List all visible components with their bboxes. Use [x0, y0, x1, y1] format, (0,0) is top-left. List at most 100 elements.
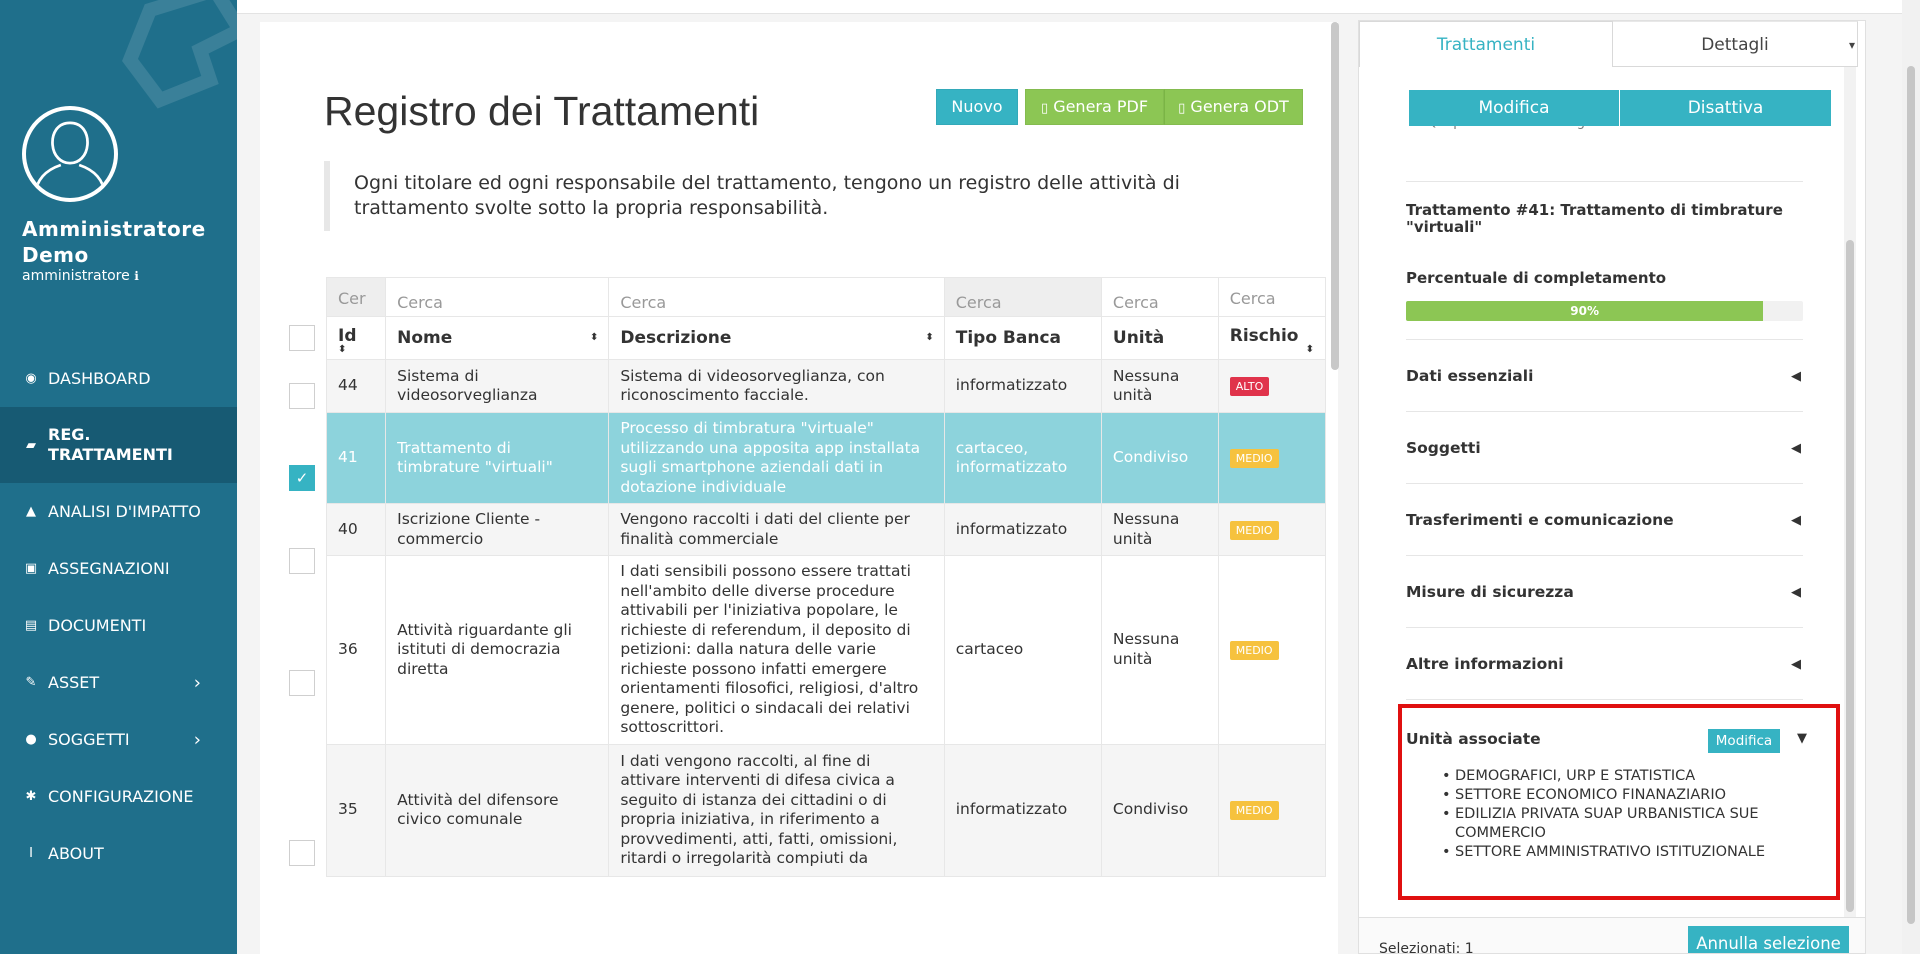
caret-down-icon[interactable]: ▼: [1797, 731, 1807, 746]
caret-left-icon: ◀: [1791, 513, 1801, 528]
edit-icon: ✎: [25, 675, 37, 690]
search-nome-input[interactable]: Cerca: [385, 277, 610, 317]
sidebar: Amministratore Demo amministratore ℹ ◉ DA…: [0, 0, 237, 954]
selected-count: Selezionati: 1: [1379, 941, 1474, 954]
disattiva-button[interactable]: Disattiva: [1620, 90, 1831, 126]
page-scrollbar-thumb[interactable]: [1907, 66, 1915, 924]
section-label: Dati essenziali: [1406, 367, 1534, 385]
search-descrizione-input[interactable]: Cerca: [608, 277, 945, 317]
column-header-rischio[interactable]: Rischio ⬍: [1217, 316, 1327, 360]
sidebar-item-reg-trattamenti[interactable]: ▰ REG. TRATTAMENTI: [0, 407, 237, 483]
users-icon: ●: [25, 732, 37, 747]
sidebar-item-analisi[interactable]: ▲ ANALISI D'IMPATTO: [0, 483, 237, 540]
page-title: Registro dei Trattamenti: [324, 88, 760, 134]
table-row[interactable]: 40 Iscrizione Cliente - commercio Vengon…: [325, 503, 1327, 556]
risk-badge: MEDIO: [1229, 520, 1279, 540]
file-icon: ▤: [24, 618, 38, 633]
column-header-nome[interactable]: Nome ⬍: [385, 316, 610, 360]
sidebar-item-configurazione[interactable]: ✱ CONFIGURAZIONE: [0, 768, 237, 825]
sidebar-item-asset[interactable]: ✎ ASSET ›: [0, 654, 237, 711]
cell-tipo: informatizzato: [943, 503, 1102, 556]
row-checkbox[interactable]: [289, 670, 315, 696]
search-unita-input[interactable]: Cerca: [1100, 277, 1219, 317]
select-all-checkbox[interactable]: [289, 325, 315, 351]
column-header-tipo[interactable]: Tipo Banca: [943, 316, 1102, 360]
section-trasferimenti[interactable]: Trasferimenti e comunicazione ◀: [1406, 511, 1803, 529]
cell-rischio: MEDIO: [1217, 503, 1327, 556]
header-row: Id ⬍ Nome ⬍ Descrizione ⬍ Tipo Banca Unità …: [325, 316, 1327, 360]
main-scrollbar[interactable]: [1331, 22, 1339, 370]
panel-scrollbar[interactable]: [1846, 240, 1854, 912]
info-icon[interactable]: ℹ: [134, 269, 139, 283]
cell-id: 41: [325, 412, 387, 504]
sidebar-item-about[interactable]: i ABOUT: [0, 825, 237, 882]
description-quote: Ogni titolare ed ogni responsabile del t…: [324, 161, 1284, 231]
sidebar-item-documenti[interactable]: ▤ DOCUMENTI: [0, 597, 237, 654]
genera-pdf-label: Genera PDF: [1053, 97, 1149, 116]
table-row[interactable]: 36 Attività riguardante gli istituti di …: [325, 555, 1327, 745]
cell-tipo: cartaceo: [943, 555, 1102, 745]
table-row[interactable]: 41 Trattamento di timbrature "virtuali" …: [325, 412, 1327, 504]
table-row[interactable]: 35 Attività del difensore civico comunal…: [325, 743, 1327, 877]
search-id-input[interactable]: Cer: [325, 277, 387, 317]
dashboard-icon: ◉: [25, 371, 37, 386]
section-dati-essenziali[interactable]: Dati essenziali ◀: [1406, 367, 1803, 385]
search-rischio-input[interactable]: Cerca: [1217, 277, 1327, 317]
unita-modifica-button[interactable]: Modifica: [1708, 729, 1780, 753]
book-icon: ▰: [26, 437, 36, 453]
list-item: SETTORE ECONOMICO FINANAZIARIO: [1442, 786, 1795, 805]
risk-badge: MEDIO: [1229, 640, 1279, 660]
column-header-label: Rischio: [1229, 326, 1299, 346]
cell-descrizione: I dati vengono raccolti, al fine di atti…: [608, 743, 945, 877]
table-row[interactable]: 44 Sistema di videosorveglianza Sistema …: [325, 359, 1327, 413]
row-checkbox[interactable]: [289, 548, 315, 574]
list-item: EDILIZIA PRIVATA SUAP URBANISTICA SUE CO…: [1442, 805, 1795, 843]
sidebar-item-label: ASSET: [48, 673, 100, 692]
unita-associate-title[interactable]: Unità associate: [1406, 730, 1541, 748]
cell-id: 35: [325, 743, 387, 877]
cell-nome: Trattamento di timbrature "virtuali": [385, 412, 610, 504]
completion-progress: 90%: [1406, 301, 1803, 321]
caret-down-icon: ▾: [1848, 38, 1855, 52]
sidebar-item-assegnazioni[interactable]: ▣ ASSEGNAZIONI: [0, 540, 237, 597]
cell-unita: Nessuna unità: [1100, 359, 1219, 413]
modifica-button[interactable]: Modifica: [1409, 90, 1619, 126]
sidebar-item-label: ABOUT: [48, 844, 104, 863]
section-misure-sicurezza[interactable]: Misure di sicurezza ◀: [1406, 583, 1803, 601]
cell-tipo: cartaceo, informatizzato: [943, 412, 1102, 504]
section-altre-informazioni[interactable]: Altre informazioni ◀: [1406, 655, 1803, 673]
sidebar-item-label: DASHBOARD: [48, 369, 151, 388]
cell-nome: Attività riguardante gli istituti di dem…: [385, 555, 610, 745]
sidebar-item-dashboard[interactable]: ◉ DASHBOARD: [0, 350, 237, 407]
search-tipo-input[interactable]: Cerca: [943, 277, 1102, 317]
sort-icon: ⬍: [925, 332, 934, 343]
cell-tipo: informatizzato: [943, 359, 1102, 413]
genera-odt-button[interactable]: ▯ Genera ODT: [1164, 89, 1303, 125]
page-scrollbar[interactable]: [1902, 0, 1920, 954]
risk-badge: MEDIO: [1229, 449, 1279, 468]
tab-trattamenti[interactable]: Trattamenti: [1359, 21, 1613, 67]
doc-file-icon: ▯: [1178, 101, 1186, 116]
cell-descrizione: I dati sensibili possono essere trattati…: [608, 555, 945, 745]
sidebar-item-label: REG. TRATTAMENTI: [48, 425, 173, 464]
sidebar-item-label: ANALISI D'IMPATTO: [48, 502, 201, 521]
column-header-descrizione[interactable]: Descrizione ⬍: [608, 316, 945, 360]
genera-pdf-button[interactable]: ▯ Genera PDF: [1025, 89, 1164, 125]
section-soggetti[interactable]: Soggetti ◀: [1406, 439, 1803, 457]
column-header-unita[interactable]: Unità: [1100, 316, 1219, 360]
column-header-label: Id: [338, 326, 357, 346]
user-role: amministratore ℹ: [22, 268, 139, 284]
row-checkbox[interactable]: [289, 840, 315, 866]
annulla-selezione-button[interactable]: Annulla selezione: [1688, 926, 1849, 953]
cell-nome: Attività del difensore civico comunale: [385, 743, 610, 877]
chevron-right-icon: ›: [193, 672, 201, 693]
row-checkbox[interactable]: ✓: [289, 465, 315, 491]
row-checkbox[interactable]: [289, 383, 315, 409]
avatar[interactable]: [22, 106, 118, 202]
tab-dettagli[interactable]: Dettagli ▾: [1613, 21, 1858, 67]
sidebar-item-soggetti[interactable]: ● SOGGETTI ›: [0, 711, 237, 768]
column-header-label: Tipo Banca: [955, 328, 1062, 348]
info-icon: i: [29, 846, 33, 861]
column-header-id[interactable]: Id ⬍: [325, 316, 387, 360]
nuovo-button[interactable]: Nuovo: [936, 89, 1018, 125]
